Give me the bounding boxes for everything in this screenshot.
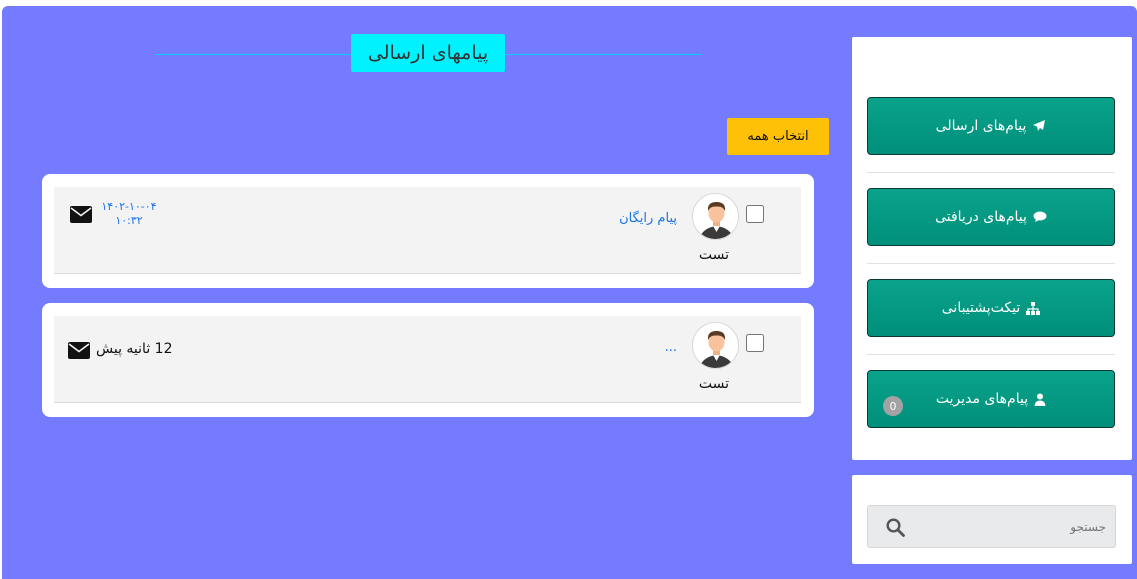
sidebar-item-label: پیام‌های دریافتی	[935, 209, 1027, 225]
paper-plane-icon	[1032, 119, 1046, 133]
sitemap-icon	[1026, 301, 1041, 315]
message-date-time: ۱۰:۳۲	[115, 214, 143, 227]
user-avatar-icon	[699, 331, 734, 368]
sidebar-item-label: پیام‌های مدیریت	[935, 391, 1029, 407]
sidebar-divider	[867, 263, 1115, 264]
message-subject-link[interactable]: پیام رایگان	[584, 211, 677, 226]
message-sender: تست	[698, 247, 730, 263]
message-card: تست ... 12 ثانیه پیش	[42, 303, 814, 417]
user-icon	[1034, 393, 1046, 406]
message-checkbox[interactable]	[746, 334, 764, 352]
message-date: ۱۴۰۲-۱۰-۰۴ ۱۰:۳۲	[92, 200, 166, 228]
message-row: تست پیام رایگان ۱۴۰۲-۱۰-۰۴ ۱۰:۳۲	[54, 187, 801, 274]
chat-bubble-icon	[1033, 211, 1047, 223]
message-card: تست پیام رایگان ۱۴۰۲-۱۰-۰۴ ۱۰:۳۲	[42, 174, 814, 288]
admin-messages-count-badge: 0	[883, 396, 903, 416]
sidebar-item-label: پیام‌های ارسالی	[935, 118, 1027, 134]
message-subject-link[interactable]: ...	[634, 340, 677, 355]
search-box	[867, 505, 1116, 548]
avatar	[692, 322, 739, 369]
search-icon[interactable]	[886, 518, 905, 537]
message-sender: تست	[698, 376, 730, 392]
sidebar: پیام‌های ارسالی پیام‌های دریافتی تیکت‌پش…	[852, 37, 1132, 460]
page-title: پیامهای ارسالی	[351, 34, 505, 72]
search-input[interactable]	[918, 506, 1106, 547]
avatar	[692, 193, 739, 240]
message-row: تست ... 12 ثانیه پیش	[54, 316, 801, 403]
message-date-day: ۱۴۰۲-۱۰-۰۴	[101, 200, 157, 213]
message-relative-time: 12 ثانیه پیش	[96, 341, 173, 357]
sidebar-item-label: تیکت‌پشتیبانی	[941, 300, 1021, 316]
sidebar-item-support-ticket[interactable]: تیکت‌پشتیبانی	[867, 279, 1115, 337]
search-panel	[852, 475, 1132, 564]
sidebar-item-sent-messages[interactable]: پیام‌های ارسالی	[867, 97, 1115, 155]
sidebar-item-received-messages[interactable]: پیام‌های دریافتی	[867, 188, 1115, 246]
envelope-icon[interactable]	[70, 206, 92, 223]
envelope-icon[interactable]	[68, 342, 90, 359]
user-avatar-icon	[699, 202, 734, 239]
select-all-button[interactable]: انتخاب همه	[727, 118, 829, 155]
sidebar-divider	[867, 172, 1115, 173]
sidebar-item-admin-messages[interactable]: پیام‌های مدیریت 0	[867, 370, 1115, 428]
message-checkbox[interactable]	[746, 205, 764, 223]
sidebar-divider	[867, 354, 1115, 355]
